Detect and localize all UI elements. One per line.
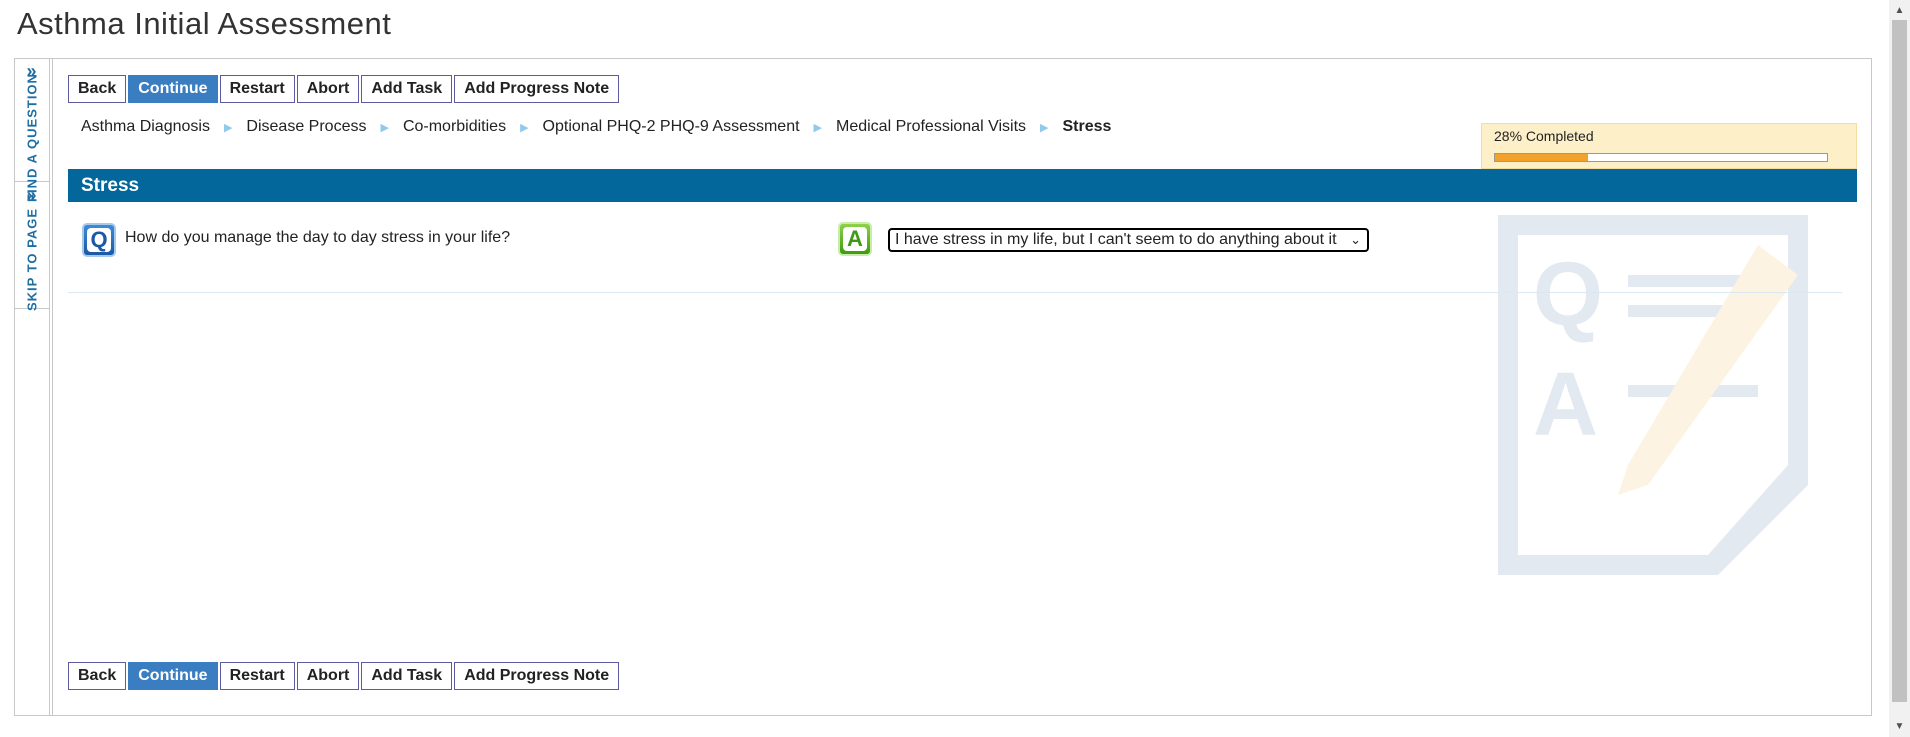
breadcrumb-disease-process[interactable]: Disease Process [246, 118, 366, 136]
breadcrumb: Asthma Diagnosis ▶ Disease Process ▶ Co-… [81, 118, 1111, 136]
svg-text:A: A [1533, 355, 1598, 455]
bottom-toolbar: Back Continue Restart Abort Add Task Add… [68, 662, 620, 690]
vertical-scrollbar[interactable]: ▲ ▼ [1889, 0, 1910, 737]
breadcrumb-separator-icon: ▶ [813, 121, 822, 134]
progress-bar [1494, 153, 1828, 162]
breadcrumb-phq-assessment[interactable]: Optional PHQ-2 PHQ-9 Assessment [543, 118, 800, 136]
add-progress-note-button[interactable]: Add Progress Note [454, 75, 620, 103]
question-icon: Q [82, 223, 116, 257]
question-row-divider [68, 292, 1842, 293]
progress-label: 28% Completed [1494, 128, 1594, 144]
breadcrumb-separator-icon: ▶ [223, 121, 233, 134]
page-title: Asthma Initial Assessment [17, 6, 392, 41]
question-text: How do you manage the day to day stress … [125, 229, 511, 246]
abort-button[interactable]: Abort [296, 75, 360, 103]
continue-button[interactable]: Continue [128, 75, 218, 103]
progress-panel: 28% Completed [1481, 123, 1857, 169]
breadcrumb-stress: Stress [1062, 118, 1112, 135]
progress-bar-fill [1495, 154, 1588, 161]
skip-to-page-tab[interactable]: » SKIP TO PAGE [14, 182, 49, 312]
double-chevron-right-icon: » [26, 185, 37, 205]
restart-button[interactable]: Restart [219, 75, 295, 103]
answer-select[interactable]: I have stress in my life, but I can't se… [888, 228, 1369, 252]
scroll-up-arrow-icon[interactable]: ▲ [1889, 2, 1910, 19]
answer-icon: A [838, 222, 872, 256]
inner-divider [52, 58, 53, 716]
breadcrumb-separator-icon: ▶ [1040, 121, 1049, 134]
side-rail: » FIND A QUESTION » SKIP TO PAGE [14, 58, 50, 716]
restart-button[interactable]: Restart [219, 662, 295, 690]
breadcrumb-asthma-diagnosis[interactable]: Asthma Diagnosis [81, 118, 210, 136]
breadcrumb-co-morbidities[interactable]: Co-morbidities [403, 118, 506, 136]
section-header: Stress [68, 169, 1857, 202]
answer-selected-value: I have stress in my life, but I can't se… [895, 231, 1337, 248]
breadcrumb-separator-icon: ▶ [380, 121, 389, 134]
top-toolbar: Back Continue Restart Abort Add Task Add… [68, 75, 620, 103]
add-task-button[interactable]: Add Task [361, 662, 453, 690]
breadcrumb-separator-icon: ▶ [520, 121, 529, 134]
scrollbar-thumb[interactable] [1892, 20, 1907, 702]
back-button[interactable]: Back [68, 75, 127, 103]
continue-button[interactable]: Continue [128, 662, 218, 690]
qa-document-watermark-icon: Q A [1498, 215, 1808, 575]
abort-button[interactable]: Abort [296, 662, 360, 690]
find-a-question-tab[interactable]: » FIND A QUESTION [14, 58, 49, 202]
skip-to-page-label: SKIP TO PAGE [24, 207, 39, 312]
back-button[interactable]: Back [68, 662, 127, 690]
scroll-down-arrow-icon[interactable]: ▼ [1889, 718, 1910, 735]
chevron-down-icon: ⌄ [1350, 232, 1361, 247]
add-progress-note-button[interactable]: Add Progress Note [454, 662, 620, 690]
breadcrumb-medical-professional-visits[interactable]: Medical Professional Visits [836, 118, 1026, 136]
svg-text:Q: Q [1533, 245, 1603, 345]
add-task-button[interactable]: Add Task [361, 75, 453, 103]
